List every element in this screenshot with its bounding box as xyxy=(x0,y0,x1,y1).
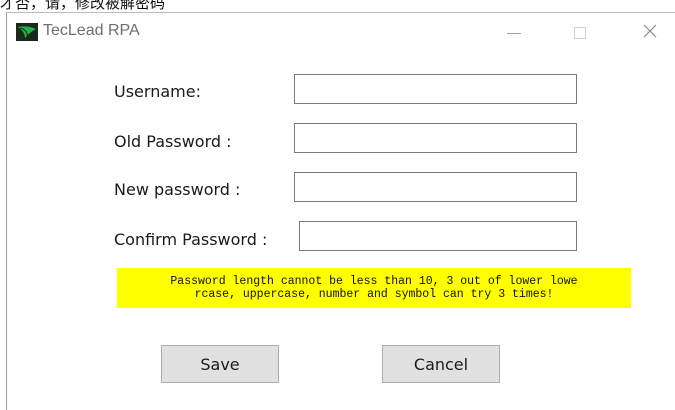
title-bar: TecLead RPA xyxy=(7,13,675,49)
old-password-label: Old Password : xyxy=(114,132,232,151)
close-icon xyxy=(643,24,657,38)
leaf-logo-icon xyxy=(16,23,38,41)
old-password-field[interactable] xyxy=(294,123,577,153)
minimize-button[interactable] xyxy=(493,13,535,49)
password-policy-notice: Password length cannot be less than 10, … xyxy=(117,268,631,308)
cancel-button[interactable]: Cancel xyxy=(382,345,500,383)
username-field[interactable] xyxy=(294,74,577,104)
window-title: TecLead RPA xyxy=(43,22,140,39)
minimize-icon xyxy=(507,32,521,34)
maximize-icon xyxy=(574,27,586,39)
maximize-button[interactable] xyxy=(559,13,601,49)
new-password-label: New password : xyxy=(114,180,241,199)
username-label: Username: xyxy=(114,82,201,101)
new-password-field[interactable] xyxy=(294,172,577,202)
close-button[interactable] xyxy=(629,13,671,49)
save-button[interactable]: Save xyxy=(161,345,279,383)
confirm-password-label: Confirm Password : xyxy=(114,230,268,249)
notice-line-1: Password length cannot be less than 10, … xyxy=(170,275,578,288)
notice-line-2: rcase, uppercase, number and symbol can … xyxy=(194,288,554,301)
rpa-dialog-window: TecLead RPA Username: Old Password : New… xyxy=(6,12,675,410)
confirm-password-field[interactable] xyxy=(299,221,577,251)
background-text-fragment: 才否，请，修改被解密码 xyxy=(0,0,166,12)
page: 才否，请，修改被解密码 TecLead RPA Username: Old Pa… xyxy=(0,0,675,410)
